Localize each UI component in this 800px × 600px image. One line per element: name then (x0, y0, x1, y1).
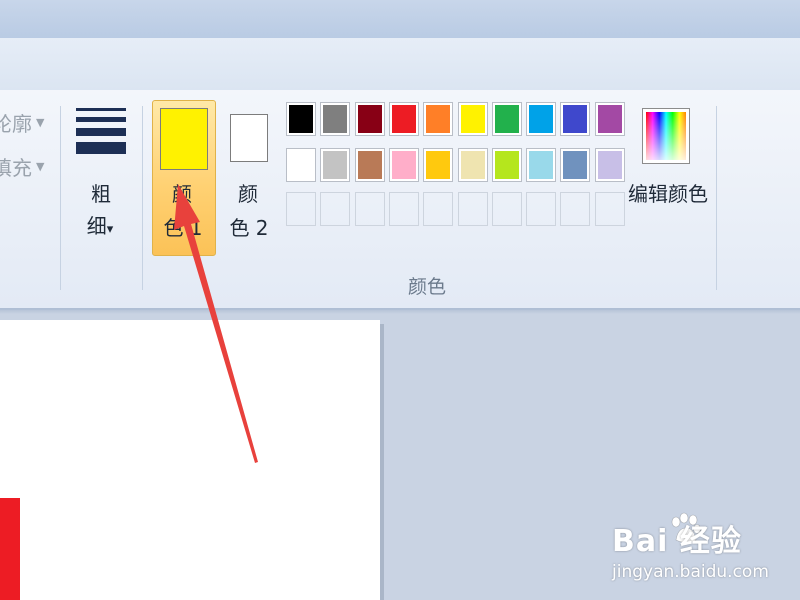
palette-swatch[interactable] (355, 102, 385, 136)
custom-color-slot[interactable] (389, 192, 419, 226)
canvas-shadow (380, 324, 384, 600)
edit-colors-label: 编辑颜色 (628, 182, 708, 206)
custom-color-slot[interactable] (492, 192, 522, 226)
palette-swatch[interactable] (320, 102, 350, 136)
swatch-fill (563, 151, 587, 179)
swatch-fill (598, 151, 622, 179)
custom-color-slot[interactable] (458, 192, 488, 226)
custom-color-slot[interactable] (560, 192, 590, 226)
swatch-fill (598, 105, 622, 133)
size-label-text: 细 (86, 214, 107, 238)
watermark-brand: Bai 经验 (612, 524, 742, 559)
palette-swatch[interactable] (560, 148, 590, 182)
custom-color-slot[interactable] (595, 192, 625, 226)
color-2-label-line1: 颜 (238, 182, 258, 206)
drawing-canvas[interactable] (0, 320, 380, 600)
color-1-label-line2: 色 1 (163, 216, 203, 240)
color-2-swatch (230, 114, 268, 162)
palette-swatch[interactable] (595, 102, 625, 136)
chevron-down-icon: ▾ (106, 222, 114, 237)
swatch-fill (426, 105, 450, 133)
palette-swatch[interactable] (492, 102, 522, 136)
window-title-bar (0, 0, 800, 39)
line-size-icon (76, 108, 126, 160)
swatch-fill (289, 105, 313, 133)
palette-swatch[interactable] (492, 148, 522, 182)
chevron-down-icon: ▼ (36, 160, 45, 173)
swatch-fill (563, 105, 587, 133)
palette-swatch[interactable] (595, 148, 625, 182)
palette-swatch[interactable] (320, 148, 350, 182)
swatch-fill (495, 151, 519, 179)
palette-swatch[interactable] (526, 148, 556, 182)
palette-swatch[interactable] (389, 148, 419, 182)
outline-label: 轮廓 (0, 112, 32, 136)
swatch-fill (323, 151, 347, 179)
red-paint-stroke (0, 498, 20, 600)
custom-color-slot[interactable] (355, 192, 385, 226)
ribbon-tab-strip (0, 38, 800, 91)
swatch-fill (358, 105, 382, 133)
swatch-fill (289, 151, 313, 179)
watermark-url: jingyan.baidu.com (612, 562, 769, 582)
color-1-swatch (160, 108, 208, 170)
custom-color-slot[interactable] (423, 192, 453, 226)
group-separator (716, 106, 717, 290)
swatch-fill (392, 151, 416, 179)
palette-swatch[interactable] (423, 102, 453, 136)
swatch-fill (529, 151, 553, 179)
swatch-fill (529, 105, 553, 133)
color-2-label-line2: 色 2 (229, 216, 269, 240)
color-1-label-line1: 颜 (172, 182, 192, 206)
swatch-fill (495, 105, 519, 133)
swatch-fill (392, 105, 416, 133)
ribbon-shadow (0, 308, 800, 314)
palette-swatch[interactable] (458, 102, 488, 136)
chevron-down-icon: ▼ (36, 116, 45, 129)
color-spectrum-icon (642, 108, 690, 164)
size-label-line1: 粗 (91, 182, 111, 206)
custom-color-slot[interactable] (286, 192, 316, 226)
swatch-fill (426, 151, 450, 179)
custom-color-slot[interactable] (526, 192, 556, 226)
swatch-fill (461, 105, 485, 133)
palette-swatch[interactable] (458, 148, 488, 182)
palette-swatch[interactable] (423, 148, 453, 182)
outline-dropdown[interactable]: 轮廓 ▼ (0, 108, 44, 137)
palette-swatch[interactable] (526, 102, 556, 136)
palette-swatch[interactable] (560, 102, 590, 136)
palette-swatch[interactable] (389, 102, 419, 136)
palette-swatch[interactable] (286, 102, 316, 136)
palette-swatch[interactable] (286, 148, 316, 182)
baidu-jingyan-watermark: Bai 经验 jingyan.baidu.com (612, 516, 769, 582)
fill-dropdown[interactable]: 填充 ▼ (0, 152, 44, 181)
colors-group-label: 颜色 (408, 276, 447, 298)
swatch-fill (358, 151, 382, 179)
custom-color-slot[interactable] (320, 192, 350, 226)
palette-swatch[interactable] (355, 148, 385, 182)
group-separator (142, 106, 143, 290)
swatch-fill (461, 151, 485, 179)
swatch-fill (323, 105, 347, 133)
fill-label: 填充 (0, 156, 32, 180)
group-separator (60, 106, 61, 290)
size-label-line2: 细▾ (80, 210, 120, 246)
